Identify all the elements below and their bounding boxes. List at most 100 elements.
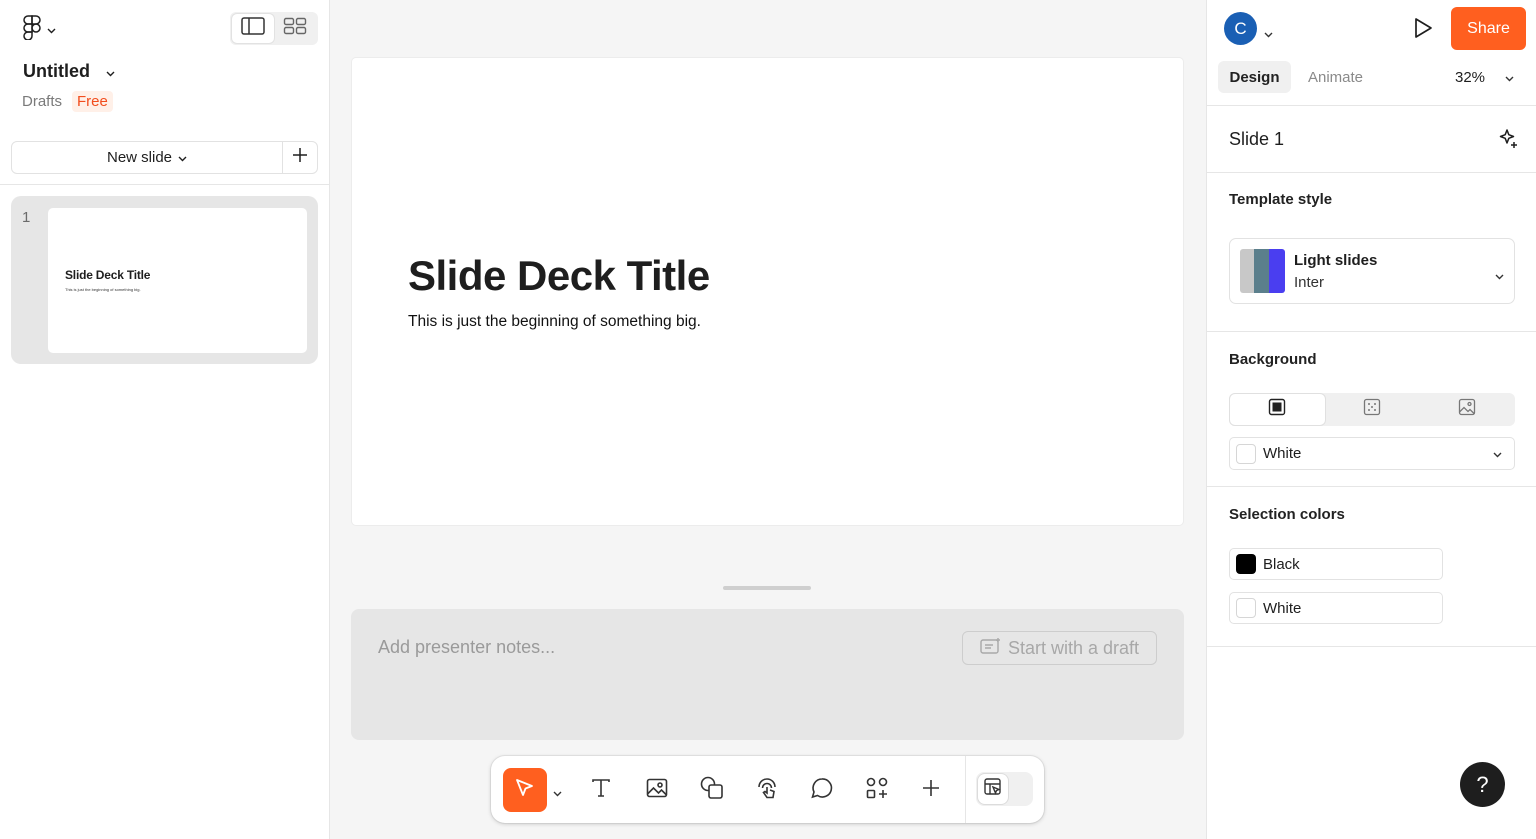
plus-icon: [920, 777, 942, 804]
thumbnail-subtitle: This is just the beginning of something …: [65, 287, 141, 292]
add-slide-button[interactable]: [283, 142, 317, 173]
move-tool-menu-button[interactable]: [553, 784, 562, 802]
notes-resize-handle[interactable]: [723, 586, 811, 590]
components-tool-button[interactable]: [855, 768, 899, 812]
chevron-down-icon: [47, 21, 56, 39]
drafts-link[interactable]: Drafts: [22, 93, 62, 110]
sparkle-icon: [1498, 129, 1520, 154]
present-button[interactable]: [1412, 16, 1434, 45]
selection-color-item[interactable]: Black: [1229, 548, 1443, 580]
toggle-knob: [978, 774, 1008, 804]
draft-sparkle-icon: [980, 637, 1002, 660]
color-chip: [1236, 443, 1256, 464]
slide-title[interactable]: Slide Deck Title: [408, 252, 710, 300]
slide-thumbnail-item[interactable]: 1 Slide Deck Title This is just the begi…: [11, 196, 318, 364]
chevron-down-icon: [1495, 267, 1504, 285]
frame-cursor-icon: [983, 777, 1003, 802]
draft-label: Start with a draft: [1007, 637, 1140, 658]
interaction-tool-button[interactable]: [745, 768, 789, 812]
grid-layout-icon: [283, 17, 307, 40]
color-chip: [1236, 554, 1256, 574]
background-color-select[interactable]: White: [1229, 437, 1515, 470]
template-style-select[interactable]: Light slides Inter: [1229, 238, 1515, 304]
background-label: Background: [1229, 351, 1317, 368]
main-menu-button[interactable]: [22, 14, 56, 45]
help-button[interactable]: ?: [1460, 762, 1505, 807]
template-font: Inter: [1294, 274, 1325, 291]
share-button[interactable]: Share: [1451, 7, 1526, 50]
grid-view-button[interactable]: [274, 14, 316, 43]
toolbar-divider: [965, 756, 966, 823]
selected-slide-name: Slide 1: [1229, 129, 1285, 149]
bottom-toolbar: [491, 756, 1044, 823]
image-icon: [645, 776, 669, 805]
chevron-down-icon: [1505, 69, 1514, 86]
thumbnail-title: Slide Deck Title: [65, 268, 151, 282]
color-chip: [1236, 598, 1256, 618]
figma-logo-icon: [22, 14, 42, 45]
slide-subtitle[interactable]: This is just the beginning of something …: [408, 313, 701, 331]
divider: [1207, 172, 1536, 173]
background-image-button[interactable]: [1419, 394, 1514, 425]
solid-fill-icon: [1268, 398, 1286, 421]
chevron-down-icon: [106, 61, 115, 82]
presenter-notes[interactable]: Add presenter notes... Start with a draf…: [351, 609, 1184, 740]
chevron-down-icon: [1264, 25, 1273, 42]
view-toggle: [230, 12, 318, 45]
file-title-button[interactable]: Untitled: [23, 61, 115, 82]
start-with-draft-button[interactable]: Start with a draft: [962, 631, 1157, 665]
background-color-name: White: [1263, 445, 1302, 462]
background-pattern-button[interactable]: [1325, 394, 1420, 425]
image-tool-button[interactable]: [635, 768, 679, 812]
text-icon: [589, 776, 613, 805]
user-avatar[interactable]: C: [1224, 12, 1257, 45]
image-icon: [1458, 398, 1476, 421]
play-icon: [1412, 18, 1434, 44]
slide-canvas[interactable]: Slide Deck Title This is just the beginn…: [352, 58, 1183, 525]
template-name: Light slides: [1294, 252, 1378, 269]
slide-number: 1: [22, 209, 31, 226]
shape-tool-button[interactable]: [690, 768, 734, 812]
selection-color-item[interactable]: White: [1229, 592, 1443, 624]
background-solid-button[interactable]: [1230, 394, 1325, 425]
zoom-control[interactable]: 32%: [1455, 69, 1514, 86]
hand-pointer-icon: [754, 775, 780, 806]
comment-icon: [810, 776, 834, 805]
components-icon: [864, 775, 890, 806]
new-slide-label: New slide: [106, 149, 173, 166]
plan-badge[interactable]: Free: [72, 91, 113, 112]
single-view-button[interactable]: [232, 14, 274, 43]
comment-tool-button[interactable]: [800, 768, 844, 812]
selection-color-name: Black: [1263, 555, 1300, 573]
background-type-toggle: [1229, 393, 1515, 426]
divider: [1207, 646, 1536, 647]
selection-colors-label: Selection colors: [1229, 506, 1345, 523]
left-panel: Untitled Drafts Free New slide 1 Slide D…: [0, 0, 330, 839]
right-panel: C Share Design Animate 32% Slide 1 Templ…: [1206, 0, 1536, 839]
ai-actions-button[interactable]: [1498, 128, 1520, 155]
text-tool-button[interactable]: [579, 768, 623, 812]
tab-animate[interactable]: Animate: [1308, 69, 1363, 86]
chevron-down-icon: [1493, 445, 1502, 462]
divider: [1207, 331, 1536, 332]
template-swatch: [1240, 249, 1285, 293]
shapes-icon: [699, 775, 725, 806]
add-tool-button[interactable]: [909, 768, 953, 812]
new-slide-button[interactable]: New slide: [12, 142, 283, 173]
new-slide-control: New slide: [11, 141, 318, 174]
notes-placeholder[interactable]: Add presenter notes...: [378, 637, 555, 658]
sidebar-layout-icon: [241, 17, 265, 40]
divider: [0, 184, 329, 185]
file-meta: Drafts Free: [22, 91, 113, 112]
pattern-fill-icon: [1363, 398, 1381, 421]
tab-design[interactable]: Design: [1218, 61, 1291, 93]
file-title: Untitled: [23, 61, 90, 81]
chevron-down-icon: [178, 149, 187, 166]
user-menu-button[interactable]: [1264, 25, 1273, 43]
slide-thumbnail: Slide Deck Title This is just the beginn…: [48, 208, 307, 353]
cursor-icon: [513, 776, 537, 805]
move-tool-button[interactable]: [503, 768, 547, 812]
dev-mode-toggle[interactable]: [976, 772, 1033, 806]
selection-color-name: White: [1263, 599, 1302, 617]
chevron-down-icon: [553, 784, 562, 801]
